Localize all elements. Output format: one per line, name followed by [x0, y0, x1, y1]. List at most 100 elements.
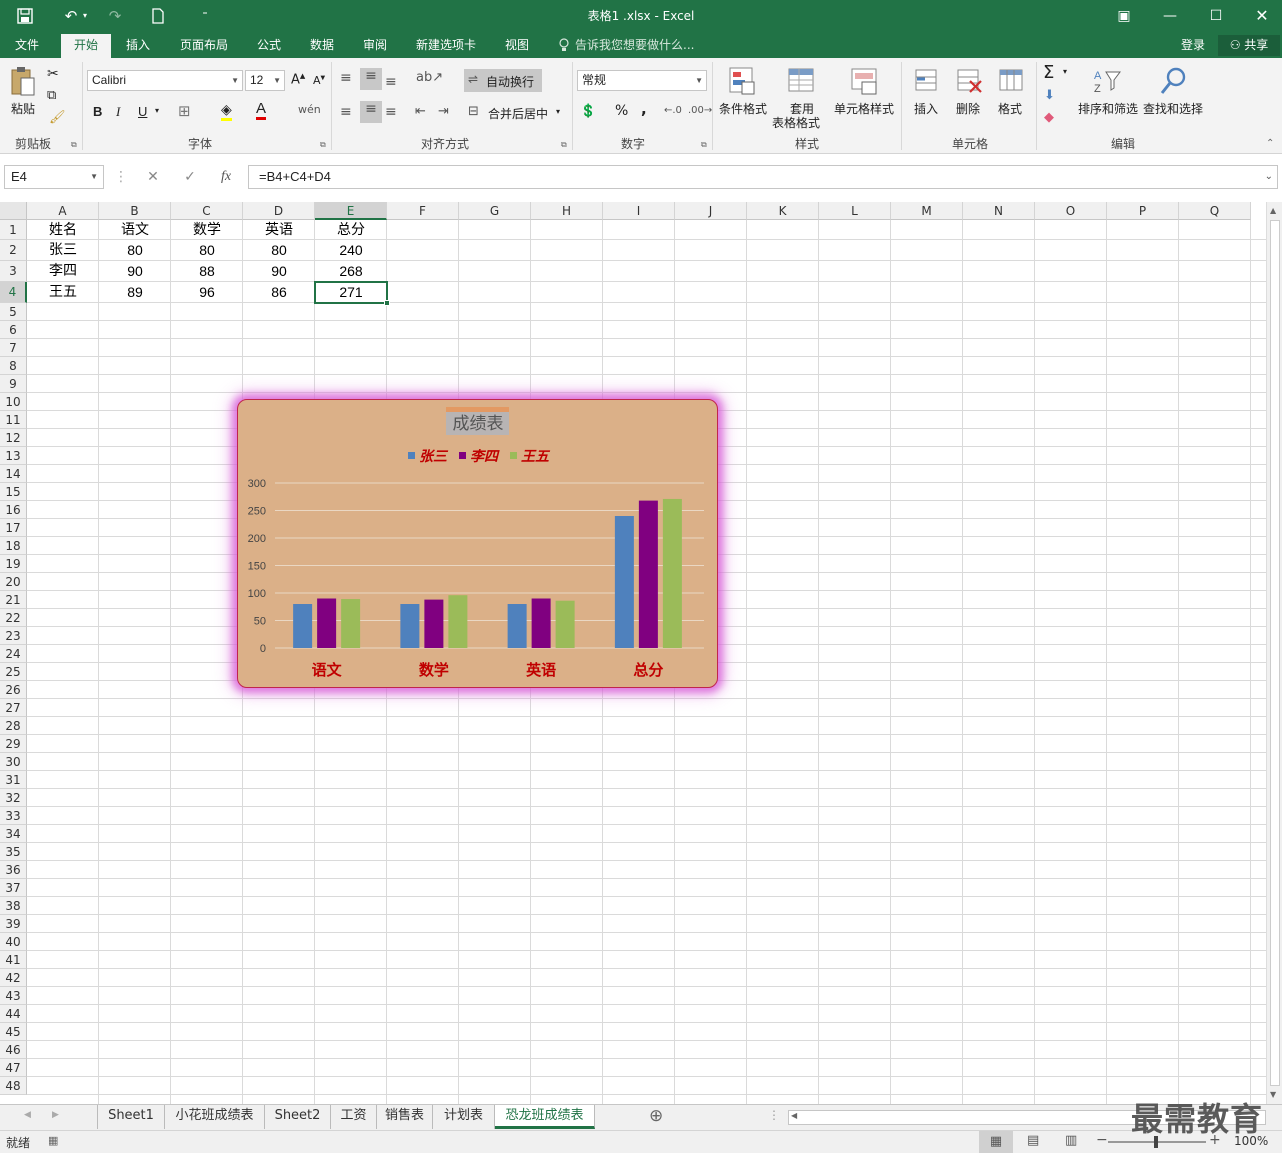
clear-icon[interactable]: ◆: [1044, 110, 1054, 125]
borders-icon[interactable]: ⊞: [178, 102, 191, 120]
conditional-format-button[interactable]: 条件格式: [716, 64, 770, 130]
cell-b1[interactable]: 语文: [99, 220, 171, 240]
row-header-30[interactable]: 30: [0, 753, 27, 771]
row-header-13[interactable]: 13: [0, 447, 27, 465]
cell-d4[interactable]: 86: [243, 282, 315, 303]
fill-handle[interactable]: [384, 300, 390, 306]
column-header-f[interactable]: F: [387, 202, 459, 220]
format-cells-button[interactable]: 格式: [990, 64, 1032, 130]
number-launcher-icon[interactable]: ⧉: [701, 140, 707, 150]
find-select-button[interactable]: 查找和选择: [1140, 64, 1206, 130]
row-header-18[interactable]: 18: [0, 537, 27, 555]
align-middle-icon[interactable]: ≡: [360, 68, 382, 90]
column-header-q[interactable]: Q: [1179, 202, 1251, 220]
redo-icon[interactable]: ↷: [102, 0, 128, 32]
next-sheet-icon[interactable]: ▶: [52, 1110, 59, 1120]
tab-page-layout[interactable]: 页面布局: [171, 32, 237, 58]
cell-b3[interactable]: 90: [99, 261, 171, 282]
merge-center-button[interactable]: ⊟ 合并后居中 ▾: [468, 102, 568, 124]
chevron-down-icon[interactable]: ▾: [155, 106, 159, 115]
font-launcher-icon[interactable]: ⧉: [320, 140, 326, 150]
row-header-1[interactable]: 1: [0, 220, 27, 240]
row-header-38[interactable]: 38: [0, 897, 27, 915]
cell-e2[interactable]: 240: [315, 240, 387, 261]
column-header-o[interactable]: O: [1035, 202, 1107, 220]
row-header-46[interactable]: 46: [0, 1041, 27, 1059]
cell-a1[interactable]: 姓名: [27, 220, 99, 240]
zoom-out-icon[interactable]: −: [1096, 1132, 1108, 1148]
cell-a3[interactable]: 李四: [27, 261, 99, 282]
comma-button[interactable]: ,: [641, 100, 647, 118]
wrap-text-button[interactable]: ⇌ 自动换行: [464, 69, 542, 92]
column-header-c[interactable]: C: [171, 202, 243, 220]
tell-me-box[interactable]: 告诉我您想要做什么...: [575, 32, 694, 58]
row-header-34[interactable]: 34: [0, 825, 27, 843]
collapse-ribbon-icon[interactable]: ⌃: [1266, 138, 1274, 149]
scroll-up-icon[interactable]: ▲: [1270, 206, 1276, 215]
column-header-k[interactable]: K: [747, 202, 819, 220]
paste-button[interactable]: 粘贴: [6, 64, 40, 124]
sheet-tab[interactable]: 工资: [331, 1105, 377, 1129]
row-header-12[interactable]: 12: [0, 429, 27, 447]
row-header-15[interactable]: 15: [0, 483, 27, 501]
sort-filter-button[interactable]: AZ 排序和筛选: [1076, 64, 1138, 130]
font-name-select[interactable]: Calibri ▼: [87, 70, 243, 91]
cell-e3[interactable]: 268: [315, 261, 387, 282]
row-header-36[interactable]: 36: [0, 861, 27, 879]
save-icon[interactable]: [12, 0, 38, 32]
row-header-7[interactable]: 7: [0, 339, 27, 357]
row-header-33[interactable]: 33: [0, 807, 27, 825]
scroll-left-icon[interactable]: ◀: [791, 1111, 797, 1120]
tab-data[interactable]: 数据: [301, 32, 343, 58]
vertical-scrollbar[interactable]: ▲ ▼: [1266, 202, 1282, 1104]
align-bottom-icon[interactable]: ≡: [385, 74, 397, 90]
row-header-3[interactable]: 3: [0, 261, 27, 282]
column-header-d[interactable]: D: [243, 202, 315, 220]
increase-font-icon[interactable]: A▲: [291, 72, 305, 87]
row-header-41[interactable]: 41: [0, 951, 27, 969]
row-header-4[interactable]: 4: [0, 282, 27, 303]
phonetic-icon[interactable]: wén: [298, 103, 321, 116]
active-cell-selection[interactable]: [314, 281, 390, 306]
row-header-37[interactable]: 37: [0, 879, 27, 897]
row-header-2[interactable]: 2: [0, 240, 27, 261]
row-header-47[interactable]: 47: [0, 1059, 27, 1077]
cell-a2[interactable]: 张三: [27, 240, 99, 261]
chart[interactable]: 成绩表 张三 李四 王五 0 50 100 150 200 250 300 语文 数学 英语 总分: [237, 399, 718, 688]
align-left-icon[interactable]: ≡: [340, 104, 352, 120]
page-break-view-icon[interactable]: ▥: [1065, 1133, 1077, 1148]
sheet-tab[interactable]: 计划表: [433, 1105, 495, 1129]
add-sheet-icon[interactable]: ⊕: [649, 1106, 663, 1126]
cancel-icon[interactable]: ✕: [143, 165, 163, 189]
cell-d1[interactable]: 英语: [243, 220, 315, 240]
ribbon-display-icon[interactable]: ▣: [1101, 0, 1147, 32]
row-header-48[interactable]: 48: [0, 1077, 27, 1095]
minimize-icon[interactable]: —: [1147, 0, 1193, 32]
fill-color-icon[interactable]: ◈: [221, 102, 232, 121]
row-header-21[interactable]: 21: [0, 591, 27, 609]
cell-c1[interactable]: 数学: [171, 220, 243, 240]
row-header-42[interactable]: 42: [0, 969, 27, 987]
alignment-launcher-icon[interactable]: ⧉: [561, 140, 567, 150]
increase-indent-icon[interactable]: ⇥: [438, 104, 449, 119]
bold-button[interactable]: B: [93, 104, 102, 119]
prev-sheet-icon[interactable]: ◀: [24, 1110, 31, 1120]
column-header-g[interactable]: G: [459, 202, 531, 220]
zoom-slider[interactable]: [1108, 1136, 1206, 1148]
row-header-26[interactable]: 26: [0, 681, 27, 699]
insert-cells-button[interactable]: 插入: [906, 64, 948, 130]
sheet-tab[interactable]: 恐龙班成绩表: [495, 1105, 595, 1129]
row-header-32[interactable]: 32: [0, 789, 27, 807]
number-format-select[interactable]: 常规 ▼: [577, 70, 707, 91]
cell-styles-button[interactable]: 单元格样式: [833, 64, 897, 130]
sheet-tab[interactable]: 小花班成绩表: [165, 1105, 265, 1129]
login-link[interactable]: 登录: [1181, 32, 1205, 58]
cell-a4[interactable]: 王五: [27, 282, 99, 303]
tab-formulas[interactable]: 公式: [248, 32, 290, 58]
cell-c3[interactable]: 88: [171, 261, 243, 282]
accounting-icon[interactable]: 💲: [580, 104, 596, 119]
decrease-font-icon[interactable]: A▼: [313, 74, 325, 87]
font-size-select[interactable]: 12 ▼: [245, 70, 285, 91]
column-header-m[interactable]: M: [891, 202, 963, 220]
row-header-44[interactable]: 44: [0, 1005, 27, 1023]
